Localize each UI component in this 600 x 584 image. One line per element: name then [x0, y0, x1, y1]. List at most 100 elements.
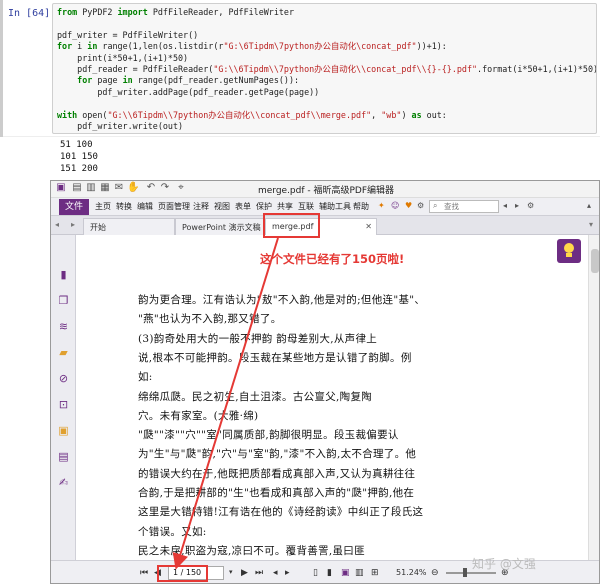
form-fields-icon[interactable]: ▤ — [57, 450, 70, 463]
search-options-icon[interactable]: ⚙ — [527, 201, 534, 210]
tab-scroll-left-icon[interactable]: ◂ — [55, 220, 59, 229]
code-token: i — [72, 41, 87, 51]
menu-protect[interactable]: 保护 — [256, 201, 272, 212]
code-token: page — [92, 75, 122, 85]
previous-view-icon[interactable]: ◂ — [273, 568, 278, 578]
file-menu-button[interactable]: 文件 — [59, 199, 89, 215]
code-token: range(1,len(os.listdir(r — [97, 41, 223, 51]
bookmark-icon[interactable]: ▮ — [57, 268, 70, 281]
code-token: out: — [422, 110, 447, 120]
comments-icon[interactable]: ▰ — [57, 346, 70, 359]
code-token: "wb" — [381, 110, 401, 120]
fit-view-icon[interactable]: ⊞ — [371, 568, 379, 578]
cell-left-border — [0, 0, 8, 137]
document-text-line: 的错误大约在于,他既把质部看成真部入声,又认为真耕往往 — [138, 466, 415, 481]
code-token: in — [87, 41, 97, 51]
tab-label: PowerPoint 演示文稿 — [182, 223, 261, 232]
tab-label: 开始 — [90, 223, 106, 232]
output-line: 101 150 — [60, 152, 98, 162]
code-line — [57, 98, 592, 109]
output-line: 51 100 — [60, 140, 93, 150]
output-line: 151 200 — [60, 164, 98, 174]
settings-icon[interactable]: ⚙ — [417, 201, 424, 210]
document-text-line: 为"生"与"瓞"韵,"穴"与"室"韵,"漆"不入韵,太不合理了。他 — [138, 446, 416, 461]
menu-page-management[interactable]: 页面管理 — [158, 201, 190, 212]
code-token: with — [57, 110, 77, 120]
menu-accessibility[interactable]: 辅助工具 — [319, 201, 351, 212]
pdf-document-view[interactable]: 这个文件已经有了150页啦! 韵为更合理。江有诰认为"敖"不入韵,他是对的;但他… — [76, 235, 588, 560]
pdf-editor-window: ▣ ▤ ▥ ▦ ✉ ✋ ↶ ↷ ⌖ merge.pdf - 福昕高级PDF编辑器… — [50, 180, 600, 584]
lightbulb-icon[interactable]: ✦ — [378, 201, 385, 210]
code-line: for page in range(pdf_reader.getNumPages… — [57, 75, 592, 86]
next-page-icon[interactable]: ▶ — [241, 568, 248, 578]
code-token: pdf_writer = PdfFileWriter() — [57, 30, 198, 40]
collapse-ribbon-icon[interactable]: ▴ — [587, 201, 591, 210]
menu-home[interactable]: 主页 — [95, 201, 111, 212]
document-text-line: 个错误。又如: — [138, 524, 207, 539]
screenshot-root: In [64]: from PyPDF2 import PdfFileReade… — [0, 0, 600, 584]
next-view-icon[interactable]: ▸ — [285, 568, 290, 578]
layers-icon[interactable]: ≋ — [57, 320, 70, 333]
search-input[interactable]: 查找 — [429, 200, 499, 213]
code-token: pdf_writer.write(out) — [57, 121, 183, 131]
vertical-scrollbar[interactable] — [588, 235, 600, 560]
menu-help[interactable]: 帮助 — [353, 201, 369, 212]
menu-comment[interactable]: 注释 — [193, 201, 209, 212]
lock-icon[interactable]: ▣ — [57, 424, 70, 437]
continuous-facing-icon[interactable]: ▥ — [355, 568, 364, 578]
code-line: for i in range(1,len(os.listdir(r"G:\6Ti… — [57, 41, 592, 52]
tab-list-icon[interactable]: ▾ — [589, 220, 593, 229]
search-prev-icon[interactable]: ◂ — [503, 201, 507, 210]
code-token: range(pdf_reader.getNumPages()): — [133, 75, 299, 85]
code-token: pdf_reader = PdfFileReader( — [57, 64, 213, 74]
last-page-icon[interactable]: ⏭ — [255, 568, 263, 578]
menu-view[interactable]: 视图 — [214, 201, 230, 212]
code-token: from — [57, 7, 77, 17]
page-dropdown-icon[interactable]: ▾ — [229, 568, 233, 576]
search-next-icon[interactable]: ▸ — [515, 201, 519, 210]
document-text-line: 韵为更合理。江有诰认为"敖"不入韵,他是对的;但他连"基"、 — [138, 292, 425, 307]
zoom-slider-handle[interactable] — [463, 568, 467, 577]
user-icon[interactable]: ☺ — [391, 201, 399, 210]
menu-edit[interactable]: 编辑 — [137, 201, 153, 212]
document-text-line: 民之未戾,职盗为寇,凉曰不可。覆背善詈,虽曰匪 — [138, 543, 365, 558]
document-text-line: 合韵,于是把耕部的"生"也看成和真部入声的"瓞"押韵,他在 — [138, 485, 414, 500]
code-token: ) — [401, 110, 411, 120]
code-token: for — [57, 41, 72, 51]
search-icon: ⌕ — [433, 201, 437, 211]
page-thumbnails-icon[interactable]: ❐ — [57, 294, 70, 307]
single-page-icon[interactable]: ▯ — [313, 568, 318, 578]
menu-share[interactable]: 共享 — [277, 201, 293, 212]
tab-powerpoint[interactable]: PowerPoint 演示文稿 — [175, 218, 265, 235]
zoom-out-icon[interactable]: ⊖ — [431, 568, 439, 578]
security-icon[interactable]: ⊡ — [57, 398, 70, 411]
tab-scroll-right-icon[interactable]: ▸ — [71, 220, 75, 229]
document-text-line: "瓞""漆""穴""室"同属质部,韵脚很明显。段玉裁偏要认 — [138, 427, 399, 442]
scrollbar-thumb[interactable] — [591, 249, 599, 273]
code-token: PdfFileReader, PdfFileWriter — [148, 7, 294, 17]
heart-icon[interactable]: ♥ — [405, 201, 412, 210]
input-prompt: In [64]: — [8, 8, 56, 19]
continuous-page-icon[interactable]: ▮ — [327, 568, 332, 578]
tab-start[interactable]: 开始 — [83, 218, 175, 235]
first-page-icon[interactable]: ⏮ — [140, 568, 148, 578]
facing-pages-icon[interactable]: ▣ — [341, 568, 350, 578]
code-token: "G:\\6Tipdm\\7python办公自动化\\concat_pdf\\m… — [107, 110, 371, 120]
code-line: pdf_writer.write(out) — [57, 121, 592, 132]
document-text-line: 如: — [138, 369, 153, 384]
menu-form[interactable]: 表单 — [235, 201, 251, 212]
code-token: print(i*50+1,(i+1)*50) — [57, 53, 188, 63]
tip-button[interactable] — [557, 239, 581, 263]
document-text-line: 说,根本不可能押韵。段玉裁在某些地方是认错了韵脚。例 — [138, 350, 412, 365]
zoom-slider[interactable] — [446, 572, 496, 574]
code-editor[interactable]: from PyPDF2 import PdfFileReader, PdfFil… — [52, 3, 597, 134]
code-line: with open("G:\\6Tipdm\\7python办公自动化\\con… — [57, 110, 592, 121]
code-line: pdf_reader = PdfFileReader("G:\\6Tipdm\\… — [57, 64, 592, 75]
attachment-icon[interactable]: ⊘ — [57, 372, 70, 385]
menu-convert[interactable]: 转换 — [116, 201, 132, 212]
close-tab-icon[interactable]: ✕ — [365, 222, 372, 231]
code-token: "G:\6Tipdm\7python办公自动化\concat_pdf" — [223, 41, 416, 51]
code-line — [57, 18, 592, 29]
menu-connect[interactable]: 互联 — [298, 201, 314, 212]
signature-icon[interactable]: ✍ — [57, 476, 70, 489]
